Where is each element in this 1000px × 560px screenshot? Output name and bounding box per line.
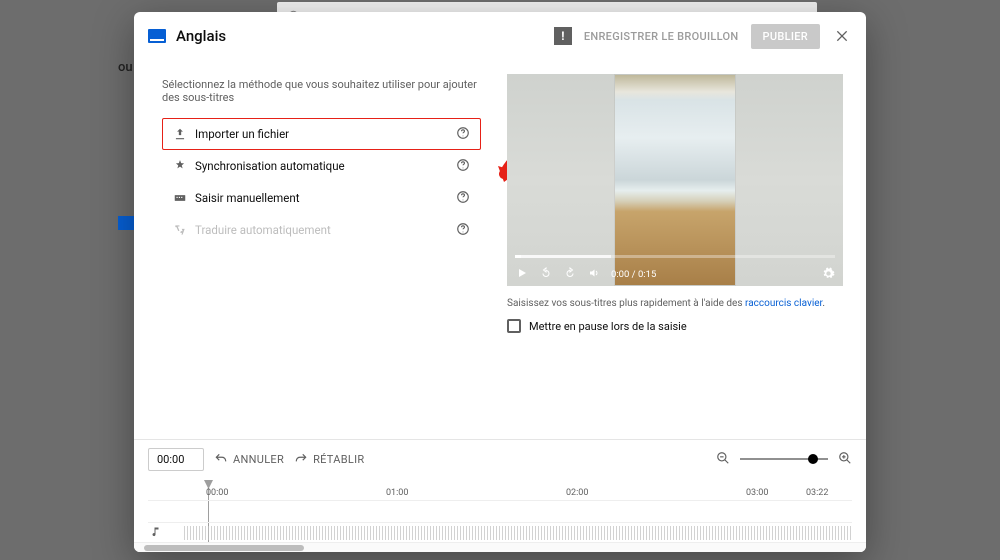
redo-icon bbox=[294, 452, 308, 466]
method-upload-label: Importer un fichier bbox=[195, 127, 456, 141]
help-icon[interactable] bbox=[456, 158, 470, 175]
tick-label: 00:00 bbox=[206, 488, 228, 498]
zoom-out-button[interactable] bbox=[716, 450, 730, 469]
feedback-icon[interactable]: ! bbox=[554, 27, 572, 45]
method-auto-translate: Traduire automatiquement bbox=[162, 214, 481, 246]
video-time: 0:00 / 0:15 bbox=[611, 269, 656, 280]
tick-label: 02:00 bbox=[566, 488, 588, 498]
volume-button[interactable] bbox=[587, 266, 601, 280]
dialog-title: Anglais bbox=[176, 27, 554, 45]
subtitle-track[interactable] bbox=[148, 500, 852, 522]
undo-icon bbox=[214, 452, 228, 466]
publish-button[interactable]: PUBLIER bbox=[751, 24, 820, 49]
upload-icon bbox=[173, 127, 195, 141]
shortcut-hint: Saisissez vos sous-titres plus rapidemen… bbox=[507, 298, 850, 309]
play-button[interactable] bbox=[515, 266, 529, 280]
save-draft-label[interactable]: ENREGISTRER LE BROUILLON bbox=[584, 30, 739, 43]
translate-icon bbox=[173, 223, 195, 237]
cc-track-icon bbox=[150, 505, 168, 519]
tick-label: 01:00 bbox=[386, 488, 408, 498]
help-icon[interactable] bbox=[456, 222, 470, 239]
tick-label: 03:22 bbox=[806, 488, 828, 498]
method-type-manually[interactable]: Saisir manuellement bbox=[162, 182, 481, 214]
checkbox-icon[interactable] bbox=[507, 319, 521, 333]
waveform bbox=[184, 526, 852, 540]
scrollbar-thumb[interactable] bbox=[144, 545, 304, 551]
timeline-ruler[interactable]: 00:00 01:00 02:00 03:00 03:22 bbox=[148, 482, 852, 500]
timestamp-input[interactable] bbox=[148, 448, 204, 471]
tick-label: 03:00 bbox=[746, 488, 768, 498]
method-upload-file[interactable]: Importer un fichier bbox=[162, 118, 481, 150]
method-autosync-label: Synchronisation automatique bbox=[195, 159, 456, 173]
timeline[interactable]: 00:00 01:00 02:00 03:00 03:22 bbox=[134, 478, 866, 542]
forward-button[interactable] bbox=[563, 266, 577, 280]
dialog-header: Anglais ! ENREGISTRER LE BROUILLON PUBLI… bbox=[134, 12, 866, 60]
rewind-button[interactable] bbox=[539, 266, 553, 280]
horizontal-scrollbar[interactable] bbox=[134, 542, 866, 552]
subtitles-icon bbox=[148, 29, 166, 43]
music-note-icon bbox=[150, 523, 162, 542]
method-autotranslate-label: Traduire automatiquement bbox=[195, 223, 456, 237]
zoom-slider[interactable] bbox=[740, 458, 828, 460]
undo-button[interactable]: ANNULER bbox=[214, 452, 284, 466]
zoom-in-button[interactable] bbox=[838, 450, 852, 469]
autosync-icon bbox=[173, 159, 195, 173]
pause-while-typing[interactable]: Mettre en pause lors de la saisie bbox=[507, 319, 850, 333]
close-icon bbox=[834, 28, 850, 44]
video-preview[interactable]: 0:00 / 0:15 bbox=[507, 74, 843, 286]
method-intro: Sélectionnez la méthode que vous souhait… bbox=[162, 78, 481, 104]
help-icon[interactable] bbox=[456, 190, 470, 207]
method-auto-sync[interactable]: Synchronisation automatique bbox=[162, 150, 481, 182]
background-text-stub: ou bbox=[118, 60, 130, 80]
subtitles-dialog: Anglais ! ENREGISTRER LE BROUILLON PUBLI… bbox=[134, 12, 866, 552]
help-icon[interactable] bbox=[456, 126, 470, 143]
close-button[interactable] bbox=[832, 26, 852, 46]
shortcut-link[interactable]: raccourcis clavier bbox=[745, 298, 822, 309]
audio-track[interactable] bbox=[148, 522, 852, 542]
redo-button[interactable]: RÉTABLIR bbox=[294, 452, 364, 466]
pause-label: Mettre en pause lors de la saisie bbox=[529, 320, 687, 333]
method-manual-label: Saisir manuellement bbox=[195, 191, 456, 205]
settings-gear-icon[interactable] bbox=[821, 266, 835, 280]
keyboard-icon bbox=[173, 191, 195, 205]
